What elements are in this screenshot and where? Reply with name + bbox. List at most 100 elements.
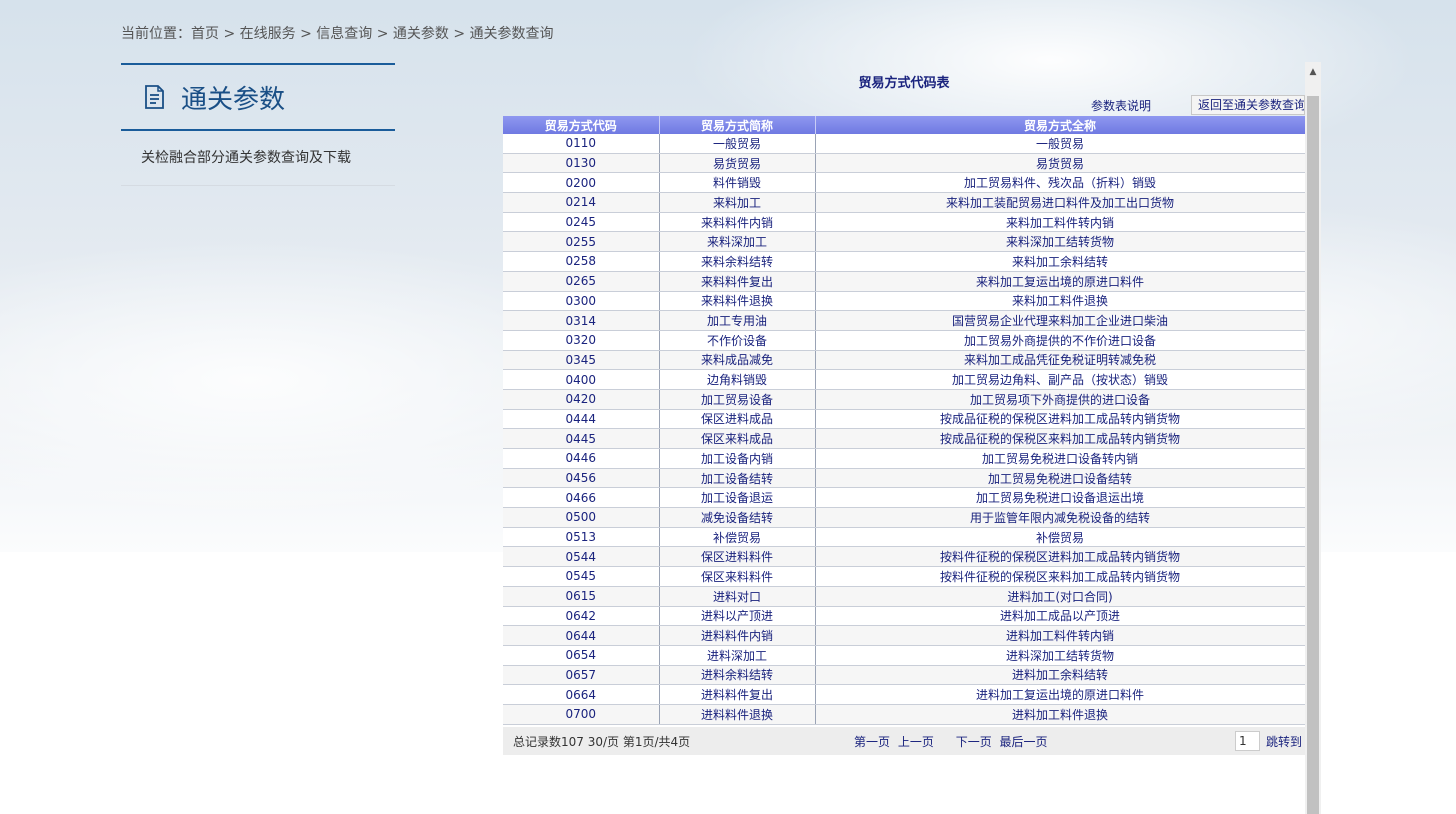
table-title: 贸易方式代码表	[858, 76, 950, 91]
table-row: 0420 加工贸易设备 加工贸易项下外商提供的进口设备	[503, 389, 1305, 410]
cell-code: 0445	[503, 428, 660, 449]
cell-code: 0314	[503, 310, 660, 331]
breadcrumb-link-home[interactable]: 首页	[191, 26, 219, 42]
cell-code: 0400	[503, 369, 660, 390]
cell-code: 0700	[503, 704, 660, 725]
cell-full-name: 补偿贸易	[815, 527, 1305, 548]
scroll-up-arrow-icon[interactable]: ▲	[1305, 62, 1321, 82]
trade-mode-table: 贸易方式代码 贸易方式简称 贸易方式全称 0110 一般贸易 一般贸易 0130 易货贸…	[503, 116, 1305, 725]
cell-short-name: 边角料销毁	[659, 369, 816, 390]
breadcrumb-separator: >	[372, 26, 393, 42]
sidebar-item-params-download[interactable]: 关检融合部分通关参数查询及下载	[121, 131, 395, 186]
pager-next-link[interactable]: 下一页	[956, 735, 992, 749]
page-number-input[interactable]: 1	[1235, 731, 1260, 751]
cell-code: 0642	[503, 606, 660, 627]
table-row: 0258 来料余料结转 来料加工余料结转	[503, 251, 1305, 272]
cell-full-name: 进料加工(对口合同)	[815, 586, 1305, 607]
cell-short-name: 来料料件复出	[659, 271, 816, 292]
cell-code: 0654	[503, 645, 660, 666]
cell-short-name: 进料以产顶进	[659, 606, 816, 627]
scrollbar-thumb[interactable]	[1307, 96, 1319, 814]
cell-code: 0513	[503, 527, 660, 548]
param-explain-link[interactable]: 参数表说明	[1091, 97, 1151, 114]
table-header-row: 贸易方式代码 贸易方式简称 贸易方式全称	[503, 116, 1305, 134]
frame-scrollbar[interactable]: ▲	[1305, 62, 1321, 814]
cell-short-name: 来料料件内销	[659, 212, 816, 233]
table-row: 0110 一般贸易 一般贸易	[503, 134, 1305, 154]
cell-short-name: 不作价设备	[659, 330, 816, 351]
cell-full-name: 进料加工料件退换	[815, 704, 1305, 725]
table-row: 0615 进料对口 进料加工(对口合同)	[503, 586, 1305, 607]
cell-code: 0258	[503, 251, 660, 272]
sidebar-title: 通关参数	[181, 84, 286, 115]
table-row: 0345 来料成品减免 来料加工成品凭征免税证明转减免税	[503, 350, 1305, 371]
pager-last-link[interactable]: 最后一页	[1000, 735, 1048, 749]
pager-prev-link[interactable]: 上一页	[898, 735, 934, 749]
table-row: 0654 进料深加工 进料深加工结转货物	[503, 645, 1305, 666]
cell-code: 0444	[503, 409, 660, 430]
table-row: 0446 加工设备内销 加工贸易免税进口设备转内销	[503, 448, 1305, 469]
cell-code: 0345	[503, 350, 660, 371]
cell-code: 0615	[503, 586, 660, 607]
cell-short-name: 易货贸易	[659, 153, 816, 174]
cell-full-name: 按成品征税的保税区进料加工成品转内销货物	[815, 409, 1305, 430]
cell-code: 0456	[503, 468, 660, 489]
cell-full-name: 加工贸易项下外商提供的进口设备	[815, 389, 1305, 410]
cell-code: 0466	[503, 487, 660, 509]
cell-full-name: 进料加工余料结转	[815, 665, 1305, 686]
breadcrumb-link-info-query[interactable]: 信息查询	[316, 26, 372, 42]
cell-full-name: 加工贸易边角料、副产品（按状态）销毁	[815, 369, 1305, 390]
table-row: 0214 来料加工 来料加工装配贸易进口料件及加工出口货物	[503, 192, 1305, 213]
cell-full-name: 来料加工装配贸易进口料件及加工出口货物	[815, 192, 1305, 213]
pager-nav: 第一页 上一页 下一页 最后一页	[854, 733, 1052, 750]
cell-short-name: 一般贸易	[659, 134, 816, 154]
breadcrumb: 当前位置：首页 > 在线服务 > 信息查询 > 通关参数 > 通关参数查询	[121, 23, 554, 43]
cell-short-name: 保区来料成品	[659, 428, 816, 449]
cell-short-name: 进料料件退换	[659, 704, 816, 725]
pager-summary: 总记录数107 30/页 第1页/共4页	[513, 735, 691, 749]
cell-full-name: 国营贸易企业代理来料加工企业进口柴油	[815, 310, 1305, 331]
cell-full-name: 来料加工料件转内销	[815, 212, 1305, 233]
cell-short-name: 保区进料料件	[659, 546, 816, 568]
cell-full-name: 加工贸易免税进口设备退运出境	[815, 487, 1305, 509]
cell-full-name: 按成品征税的保税区来料加工成品转内销货物	[815, 428, 1305, 449]
cell-short-name: 加工设备退运	[659, 487, 816, 509]
jump-to-button[interactable]: 跳转到	[1266, 733, 1302, 750]
cell-full-name: 进料加工成品以产顶进	[815, 606, 1305, 627]
table-row: 0544 保区进料料件 按料件征税的保税区进料加工成品转内销货物	[503, 546, 1305, 568]
cell-code: 0644	[503, 625, 660, 646]
breadcrumb-link-clearance-params[interactable]: 通关参数	[393, 26, 449, 42]
table-frame-content: 贸易方式代码表 参数表说明 返回至通关参数查询 贸易方式代码 贸易方式简称 贸易…	[503, 62, 1305, 814]
cell-full-name: 加工贸易料件、残次品（折料）销毁	[815, 172, 1305, 194]
cell-short-name: 料件销毁	[659, 172, 816, 194]
breadcrumb-current: 通关参数查询	[469, 26, 554, 42]
cell-code: 0200	[503, 172, 660, 194]
pager-first-link[interactable]: 第一页	[854, 735, 890, 749]
back-to-query-button[interactable]: 返回至通关参数查询	[1191, 95, 1305, 115]
breadcrumb-prefix: 当前位置：	[121, 26, 191, 42]
cell-code: 0500	[503, 507, 660, 528]
document-icon	[145, 85, 164, 109]
table-row: 0664 进料料件复出 进料加工复运出境的原进口料件	[503, 684, 1305, 705]
sidebar: 通关参数 关检融合部分通关参数查询及下载	[121, 63, 395, 186]
cell-full-name: 进料加工复运出境的原进口料件	[815, 684, 1305, 705]
table-top-links: 参数表说明 返回至通关参数查询	[1091, 95, 1305, 115]
cell-code: 0664	[503, 684, 660, 705]
cell-code: 0420	[503, 389, 660, 410]
cell-short-name: 保区来料料件	[659, 566, 816, 587]
table-row: 0300 来料料件退换 来料加工料件退换	[503, 291, 1305, 312]
cell-short-name: 加工设备内销	[659, 448, 816, 469]
cell-full-name: 进料加工料件转内销	[815, 625, 1305, 646]
table-row: 0644 进料料件内销 进料加工料件转内销	[503, 625, 1305, 646]
table-row: 0642 进料以产顶进 进料加工成品以产顶进	[503, 606, 1305, 627]
breadcrumb-separator: >	[219, 26, 240, 42]
table-row: 0200 料件销毁 加工贸易料件、残次品（折料）销毁	[503, 172, 1305, 194]
cell-short-name: 保区进料成品	[659, 409, 816, 430]
table-row: 0255 来料深加工 来料深加工结转货物	[503, 231, 1305, 253]
cell-code: 0255	[503, 231, 660, 253]
breadcrumb-link-online-service[interactable]: 在线服务	[240, 26, 296, 42]
cell-short-name: 进料料件内销	[659, 625, 816, 646]
table-row: 0545 保区来料料件 按料件征税的保税区来料加工成品转内销货物	[503, 566, 1305, 587]
sidebar-header: 通关参数	[121, 63, 395, 131]
cell-code: 0265	[503, 271, 660, 292]
